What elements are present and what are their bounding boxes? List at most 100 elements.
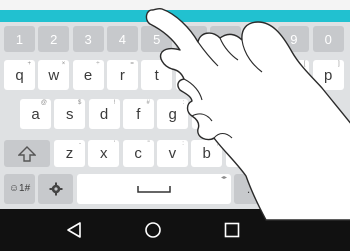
accent-bar xyxy=(0,10,350,22)
letter-key-a-label: a xyxy=(31,105,40,123)
letter-key-u[interactable]: u < xyxy=(209,60,241,90)
letter-key-o-secondary: [ xyxy=(303,61,306,67)
number-key-0-label: 0 xyxy=(324,31,332,47)
letter-key-w[interactable]: w × xyxy=(38,60,70,90)
letter-key-k-secondary: ( xyxy=(285,100,288,106)
letter-key-i[interactable]: i > xyxy=(244,60,276,90)
number-key-1-label: 1 xyxy=(15,31,24,47)
space-bar-icon xyxy=(137,186,171,193)
letter-key-k-label: k xyxy=(271,105,280,123)
done-key[interactable]: Done xyxy=(266,174,346,204)
number-key-6-label: 6 xyxy=(187,31,195,47)
letter-key-c-secondary: " xyxy=(147,141,150,147)
letter-key-n-label: n xyxy=(236,145,246,162)
letter-key-q-label: q xyxy=(15,66,24,84)
letter-key-d-secondary: ! xyxy=(113,100,116,106)
letter-key-a-secondary: @ xyxy=(40,100,47,106)
letter-key-r-label: r xyxy=(119,66,125,84)
number-key-8[interactable]: 8 xyxy=(244,26,276,52)
symbols-label: ☺1# xyxy=(8,183,31,194)
number-key-9-label: 9 xyxy=(290,31,298,47)
letter-key-p-secondary: ] xyxy=(338,61,340,67)
back-button[interactable] xyxy=(44,209,104,251)
letter-key-i-label: i xyxy=(257,66,262,84)
letter-key-k[interactable]: k( xyxy=(260,99,292,129)
recents-button[interactable] xyxy=(202,209,262,251)
letter-key-x-secondary: ' xyxy=(114,141,116,147)
space-key[interactable]: ◂▸ xyxy=(77,174,231,204)
letter-key-z-label: z xyxy=(65,145,74,162)
letter-key-f[interactable]: f # xyxy=(122,99,154,129)
done-label: Done xyxy=(304,182,334,196)
letter-key-n-secondary: , xyxy=(250,141,253,147)
letter-key-r[interactable]: r = xyxy=(106,60,138,90)
letter-key-v-label: v xyxy=(168,145,177,162)
letter-key-g[interactable]: g: xyxy=(157,99,189,129)
number-key-5[interactable]: 5 xyxy=(141,26,173,52)
letter-key-t-secondary: % xyxy=(162,61,169,67)
symbols-key[interactable]: ☺1# xyxy=(4,174,35,204)
letter-key-b[interactable]: b; xyxy=(191,140,223,167)
period-secondary: ··· xyxy=(253,175,259,181)
letter-key-d[interactable]: d! xyxy=(88,99,120,129)
letter-key-y[interactable]: y _ xyxy=(175,60,207,90)
letter-key-m-label: m xyxy=(269,145,282,162)
period-key[interactable]: . ··· xyxy=(234,174,263,204)
number-key-9[interactable]: 9 xyxy=(278,26,310,52)
letter-key-m[interactable]: m? xyxy=(259,140,291,167)
letter-key-v[interactable]: v: xyxy=(156,140,188,167)
letter-key-z[interactable]: z- xyxy=(54,140,85,167)
letter-key-s-label: s xyxy=(66,105,74,123)
letter-key-a[interactable]: a @ xyxy=(20,99,51,129)
letter-key-j[interactable]: j & xyxy=(225,99,257,129)
letter-key-t-label: t xyxy=(154,66,159,84)
cursor-arrows-hint: ◂▸ xyxy=(220,175,227,181)
shift-key[interactable] xyxy=(4,140,50,167)
letter-key-j-secondary: & xyxy=(248,100,253,106)
settings-key[interactable] xyxy=(38,174,73,204)
letter-key-v-secondary: : xyxy=(182,141,184,147)
number-key-5-label: 5 xyxy=(153,31,161,47)
letter-key-d-label: d xyxy=(99,105,109,123)
number-key-6[interactable]: 6 xyxy=(175,26,207,52)
number-key-3[interactable]: 3 xyxy=(72,26,104,52)
letter-key-c-label: c xyxy=(134,145,142,162)
letter-key-z-secondary: - xyxy=(79,141,81,147)
letter-key-c[interactable]: c " xyxy=(122,140,154,167)
number-key-2[interactable]: 2 xyxy=(38,26,70,52)
letter-key-h-label: h xyxy=(202,105,212,123)
letter-key-x[interactable]: x ' xyxy=(88,140,120,167)
number-key-0[interactable]: 0 xyxy=(312,26,344,52)
navigation-bar xyxy=(0,209,350,251)
letter-key-o-label: o xyxy=(289,66,299,84)
number-key-3-label: 3 xyxy=(84,31,92,47)
period-label: . xyxy=(246,182,251,196)
letter-key-p[interactable]: p] xyxy=(312,60,344,90)
number-key-1[interactable]: 1 xyxy=(4,26,35,52)
letter-key-s[interactable]: s $ xyxy=(54,99,86,129)
letter-key-s-secondary: $ xyxy=(77,100,82,106)
number-key-7[interactable]: 7 xyxy=(209,26,241,52)
letter-key-l-secondary: ) xyxy=(319,100,322,106)
letter-key-u-secondary: < xyxy=(233,61,237,67)
letter-key-n[interactable]: n, xyxy=(225,140,257,167)
letter-key-q[interactable]: q + xyxy=(4,60,35,90)
onscreen-keyboard: ☺1# ◂▸ . ··· Done 1 2 3 4 5 6 7 8 9 0 q + w × e ÷ r = t% y _… xyxy=(0,22,350,209)
home-button[interactable] xyxy=(123,209,183,251)
letter-key-o[interactable]: o[ xyxy=(278,60,310,90)
shift-icon xyxy=(18,145,36,162)
top-strip xyxy=(0,0,350,10)
letter-key-t[interactable]: t% xyxy=(141,60,173,90)
letter-key-g-secondary: : xyxy=(182,100,185,106)
letter-key-w-secondary: × xyxy=(61,61,66,67)
letter-key-l[interactable]: l) xyxy=(294,99,326,129)
home-circle-icon xyxy=(145,222,161,238)
letter-key-e[interactable]: e ÷ xyxy=(72,60,104,90)
number-key-4[interactable]: 4 xyxy=(106,26,138,52)
letter-key-h[interactable]: h; xyxy=(191,99,223,129)
number-key-2-label: 2 xyxy=(50,31,58,47)
letter-key-g-label: g xyxy=(168,105,177,123)
letter-key-i-secondary: > xyxy=(267,61,272,67)
backspace-key[interactable] xyxy=(300,140,346,167)
letter-key-f-label: f xyxy=(136,105,141,123)
